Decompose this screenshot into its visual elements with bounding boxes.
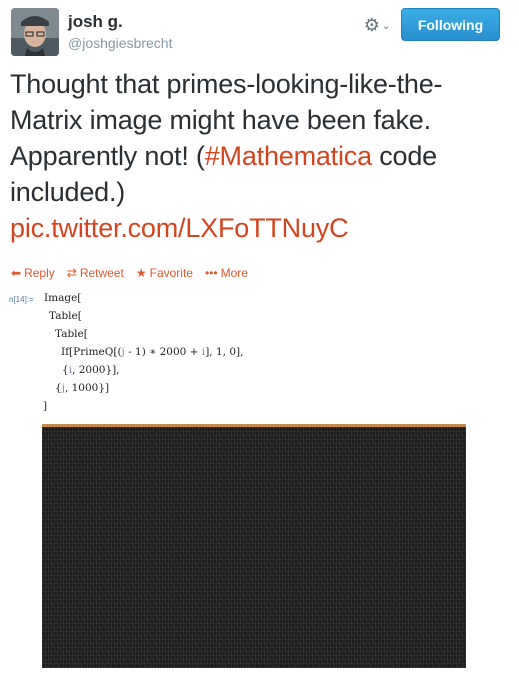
tweet-line: included.) [10, 177, 126, 207]
code-line: If[PrimeQ[(j - 1) ∗ 2000 + i], 1, 0], [61, 346, 243, 358]
more-icon: ••• [204, 266, 218, 280]
user-actions-menu[interactable]: ⚙ ⌄ [360, 13, 394, 37]
favorite-button[interactable]: ★ Favorite [136, 266, 193, 280]
retweet-icon: ⇄ [66, 266, 77, 280]
tweet-line: Apparently not! (#Mathematica code [10, 138, 510, 174]
code-token: If[PrimeQ[( [61, 346, 122, 358]
code-line: Table[ [55, 328, 88, 340]
code-token: - 1) ∗ 2000 + [124, 346, 202, 358]
tweet-text-segment: code [371, 141, 437, 171]
tweet-line: Matrix image might have been fake. [10, 105, 431, 135]
more-button[interactable]: ••• More [205, 266, 248, 280]
favorite-label: Favorite [149, 266, 193, 280]
reply-label: Reply [24, 266, 55, 280]
code-token: ], 1, 0], [205, 346, 244, 358]
code-line: {i, 2000}], [62, 364, 120, 376]
following-button[interactable]: Following [401, 8, 500, 41]
tweet-text-segment: Apparently not! ( [10, 141, 205, 171]
reply-button[interactable]: ⬅ Reply [11, 266, 55, 280]
input-cell-label: n[14]:= [9, 295, 34, 304]
hashtag-link[interactable]: #Mathematica [205, 141, 372, 171]
code-token: , 2000}], [72, 364, 120, 376]
code-token: , 1000}] [64, 382, 110, 394]
tweet-header: josh g. @joshgiesbrecht ⚙ ⌄ Following [0, 0, 519, 70]
more-label: More [220, 266, 248, 280]
code-token: { [62, 364, 69, 376]
retweet-label: Retweet [79, 266, 124, 280]
prime-matrix-image[interactable] [42, 424, 466, 668]
star-icon: ★ [135, 266, 147, 280]
tweet-actions: ⬅ Reply ⇄ Retweet ★ Favorite ••• More [11, 264, 248, 282]
code-line: ] [43, 400, 48, 412]
mathematica-code-screenshot: n[14]:= Image[ Table[ Table[ If[PrimeQ[(… [0, 288, 519, 418]
code-line: Image[ [44, 292, 82, 304]
gear-icon: ⚙ [363, 14, 380, 35]
code-line: {j, 1000}] [55, 382, 109, 394]
media-link[interactable]: pic.twitter.com/LXFoTTNuyC [10, 210, 510, 246]
user-handle[interactable]: @joshgiesbrecht [68, 35, 173, 51]
tweet-text: Thought that primes-looking-like-the- Ma… [10, 66, 510, 246]
user-name[interactable]: josh g. [68, 12, 123, 32]
reply-icon: ⬅ [11, 266, 22, 280]
chevron-down-icon: ⌄ [381, 20, 391, 32]
code-line: Table[ [49, 310, 82, 322]
retweet-button[interactable]: ⇄ Retweet [67, 266, 124, 280]
avatar[interactable] [11, 8, 59, 56]
code-token: { [55, 382, 62, 394]
tweet-line: Thought that primes-looking-like-the- [10, 69, 443, 99]
